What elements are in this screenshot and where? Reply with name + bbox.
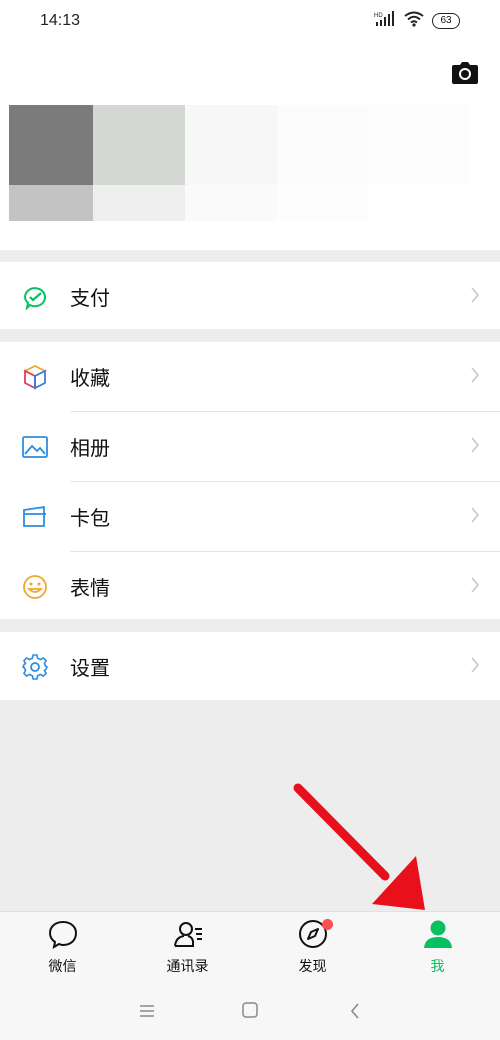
wifi-icon	[404, 11, 424, 31]
chevron-right-icon	[470, 507, 480, 527]
menu-item-stickers[interactable]: 表情	[0, 552, 500, 621]
menu-item-album[interactable]: 相册	[0, 412, 500, 481]
chat-bubble-icon	[47, 918, 79, 950]
menu-item-label: 支付	[70, 286, 110, 310]
status-bar: 14:13 HD 63	[0, 0, 500, 44]
camera-icon[interactable]	[452, 62, 478, 88]
tab-chats[interactable]: 微信	[0, 912, 125, 982]
status-icons: HD 63	[374, 11, 460, 31]
tab-me[interactable]: 我	[375, 912, 500, 982]
menu-item-label: 表情	[70, 576, 110, 600]
chevron-right-icon	[470, 367, 480, 387]
menu-item-label: 相册	[70, 436, 110, 460]
chevron-right-icon	[470, 657, 480, 677]
card-icon	[22, 504, 48, 530]
pay-section: 支付	[0, 262, 500, 329]
contacts-icon	[172, 918, 204, 950]
menu-icon[interactable]	[139, 1003, 155, 1022]
back-icon[interactable]	[349, 1002, 361, 1024]
menu-item-label: 卡包	[70, 506, 110, 530]
smiley-icon	[22, 574, 48, 600]
signal-icon: HD	[374, 11, 396, 31]
profile-info-blurred[interactable]	[9, 105, 469, 221]
system-nav-bar	[0, 981, 500, 1040]
tab-label: 通讯录	[166, 959, 209, 975]
home-icon[interactable]	[242, 1002, 258, 1022]
menu-item-settings[interactable]: 设置	[0, 632, 500, 700]
gear-icon	[22, 654, 48, 680]
tab-label: 微信	[48, 959, 77, 975]
tab-discover[interactable]: 发现	[250, 912, 375, 982]
cube-icon	[22, 364, 48, 390]
notification-badge-dot	[322, 919, 333, 930]
status-time: 14:13	[40, 12, 81, 29]
settings-section: 设置	[0, 632, 500, 700]
menu-item-label: 收藏	[70, 366, 110, 390]
person-icon	[422, 918, 454, 950]
battery-indicator: 63	[432, 13, 460, 29]
image-icon	[22, 434, 48, 460]
chevron-right-icon	[470, 287, 480, 307]
chevron-right-icon	[470, 437, 480, 457]
bottom-tab-bar: 微信 通讯录 发现 我	[0, 911, 500, 982]
tools-section: 收藏 相册 卡包 表情	[0, 342, 500, 619]
red-arrow-annotation-icon	[290, 780, 430, 919]
tab-label: 我	[430, 959, 445, 975]
menu-item-pay[interactable]: 支付	[0, 262, 500, 329]
tab-label: 发现	[298, 959, 327, 975]
wallet-icon	[22, 284, 48, 312]
profile-header	[0, 44, 500, 250]
network-type-text: HD	[374, 13, 383, 19]
menu-item-label: 设置	[70, 656, 110, 680]
chevron-right-icon	[470, 577, 480, 597]
menu-item-favorites[interactable]: 收藏	[0, 342, 500, 411]
menu-item-cards[interactable]: 卡包	[0, 482, 500, 551]
tab-contacts[interactable]: 通讯录	[125, 912, 250, 982]
